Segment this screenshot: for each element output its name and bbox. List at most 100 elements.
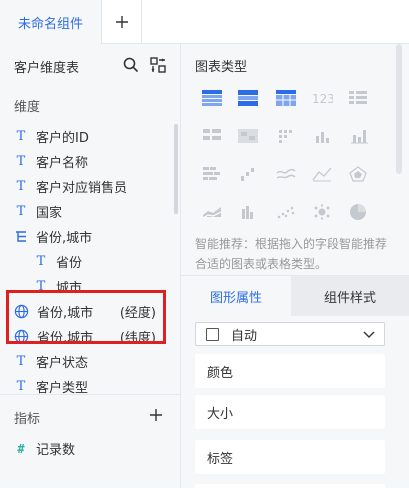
pie-chart-icon bbox=[350, 204, 366, 220]
stacked-area-icon bbox=[202, 207, 222, 219]
field-record-count[interactable]: # 记录数 bbox=[14, 436, 184, 461]
text-type-icon: T bbox=[16, 204, 26, 219]
text-type-icon: T bbox=[16, 379, 26, 394]
add-tab-button[interactable] bbox=[102, 0, 142, 44]
chart-type-radar[interactable] bbox=[343, 162, 373, 186]
property-next-card[interactable] bbox=[195, 484, 385, 494]
field-name: 记录数 bbox=[36, 443, 76, 458]
chart-type-table[interactable] bbox=[197, 86, 227, 110]
tab-unnamed-component[interactable]: 未命名组件 bbox=[0, 0, 102, 44]
histogram-icon bbox=[242, 206, 253, 219]
chart-type-small-bar[interactable] bbox=[307, 124, 337, 148]
property-tabs: 图形属性 组件样式 bbox=[181, 275, 409, 316]
field-name: 省份 bbox=[56, 256, 83, 271]
field-customer-status[interactable]: T 客户状态 bbox=[14, 349, 184, 374]
waterfall-icon bbox=[241, 168, 254, 181]
small-bar-icon bbox=[316, 132, 329, 143]
chart-type-kpi[interactable]: 123 bbox=[307, 86, 337, 110]
property-label: 大小 bbox=[207, 406, 234, 422]
switch-view-icon[interactable] bbox=[149, 56, 167, 74]
chart-type-heatmap-table[interactable] bbox=[233, 124, 263, 148]
list-chart-icon bbox=[349, 91, 367, 104]
text-type-icon: T bbox=[16, 129, 26, 144]
section-divider bbox=[0, 394, 181, 395]
kpi-number-icon: 123 bbox=[312, 92, 333, 106]
chart-type-line[interactable] bbox=[271, 162, 301, 186]
property-label: 颜色 bbox=[207, 365, 234, 381]
left-panel: 客户维度表 维度 T 客户的ID T 客户名称 T 客户对应销售员 T 国家 省… bbox=[0, 44, 181, 488]
chart-type-histogram[interactable] bbox=[233, 200, 263, 224]
dimension-section-label: 维度 bbox=[14, 100, 41, 115]
scatter-chart-icon bbox=[277, 206, 295, 219]
group-table-icon bbox=[203, 129, 221, 140]
search-icon[interactable] bbox=[122, 56, 140, 74]
chart-type-scatter[interactable] bbox=[271, 200, 301, 224]
chart-type-waterfall[interactable] bbox=[233, 162, 263, 186]
table-chart-icon bbox=[202, 90, 222, 106]
chart-type-group-table[interactable] bbox=[197, 124, 227, 148]
dot-matrix-icon bbox=[279, 130, 292, 143]
radar-chart-icon bbox=[349, 166, 367, 182]
detail-table-icon bbox=[276, 90, 296, 106]
chart-type-detail-table[interactable] bbox=[271, 86, 301, 110]
field-customer-id[interactable]: T 客户的ID bbox=[14, 124, 184, 149]
chart-type-title: 图表类型 bbox=[195, 60, 248, 75]
heatmap-table-icon bbox=[238, 129, 258, 143]
line-chart-icon bbox=[276, 168, 296, 179]
chart-type-stacked-bar[interactable] bbox=[197, 162, 227, 186]
tab-component-style[interactable]: 组件样式 bbox=[291, 276, 409, 316]
field-name: 省份,城市 bbox=[36, 231, 93, 246]
highlight-annotation-box bbox=[6, 290, 166, 344]
field-name: 客户对应销售员 bbox=[36, 181, 128, 196]
crosstab-chart-icon bbox=[238, 90, 258, 106]
chart-type-pie[interactable] bbox=[343, 200, 373, 224]
chart-type-crosstab[interactable] bbox=[233, 86, 263, 110]
stacked-bar-icon bbox=[203, 167, 220, 180]
field-province[interactable]: T 省份 bbox=[34, 249, 170, 274]
text-type-icon: T bbox=[16, 179, 26, 194]
chart-type-list[interactable] bbox=[343, 86, 373, 110]
bubble-chart-icon bbox=[314, 204, 330, 220]
field-name: 国家 bbox=[36, 206, 63, 221]
tab-bar: 未命名组件 bbox=[0, 0, 409, 44]
hierarchy-icon bbox=[16, 230, 26, 242]
measure-section-label: 指标 bbox=[14, 412, 41, 427]
add-measure-icon[interactable] bbox=[149, 408, 163, 422]
right-scrollbar[interactable] bbox=[396, 44, 402, 174]
square-icon bbox=[206, 327, 219, 341]
svg-text:123: 123 bbox=[312, 92, 333, 106]
field-customer-name[interactable]: T 客户名称 bbox=[14, 149, 184, 174]
text-type-icon: T bbox=[16, 154, 26, 169]
chart-type-stacked-area[interactable] bbox=[197, 200, 227, 224]
field-name: 客户状态 bbox=[36, 356, 89, 371]
number-type-icon: # bbox=[17, 441, 25, 456]
mark-type-select[interactable]: 自动 bbox=[195, 322, 385, 346]
left-panel-header: 客户维度表 bbox=[0, 44, 181, 88]
property-label-field[interactable]: 标签 bbox=[195, 440, 385, 474]
property-color[interactable]: 颜色 bbox=[195, 354, 385, 388]
chart-type-dot-matrix[interactable] bbox=[271, 124, 301, 148]
text-type-icon: T bbox=[36, 254, 46, 269]
text-type-icon: T bbox=[16, 354, 26, 369]
field-country[interactable]: T 国家 bbox=[14, 199, 184, 224]
field-customer-salesperson[interactable]: T 客户对应销售员 bbox=[14, 174, 184, 199]
tab-graphic-properties[interactable]: 图形属性 bbox=[181, 276, 291, 316]
column-chart-icon bbox=[351, 130, 368, 144]
field-name: 客户的ID bbox=[36, 131, 89, 146]
smart-recommend-hint: 智能推荐：根据拖入的字段智能推荐合适的图表或表格类型。 bbox=[195, 237, 388, 271]
mark-type-value: 自动 bbox=[231, 328, 258, 344]
property-label: 标签 bbox=[207, 451, 234, 467]
table-title: 客户维度表 bbox=[14, 60, 80, 76]
plus-icon bbox=[115, 16, 128, 28]
chart-type-bubble[interactable] bbox=[307, 200, 337, 224]
area-chart-icon bbox=[312, 167, 332, 182]
field-province-city-hierarchy[interactable]: 省份,城市 bbox=[14, 224, 184, 249]
tab-label: 未命名组件 bbox=[17, 16, 83, 32]
chevron-down-icon bbox=[363, 331, 375, 338]
field-name: 客户名称 bbox=[36, 156, 89, 171]
chart-type-column[interactable] bbox=[343, 124, 373, 148]
right-panel: 图表类型 123 智能推荐：根据拖入的字段智能推荐合适的图表或表格类型。 图形属… bbox=[181, 44, 409, 494]
property-size[interactable]: 大小 bbox=[195, 395, 385, 429]
field-customer-type[interactable]: T 客户类型 bbox=[14, 374, 184, 399]
chart-type-area[interactable] bbox=[307, 162, 337, 186]
